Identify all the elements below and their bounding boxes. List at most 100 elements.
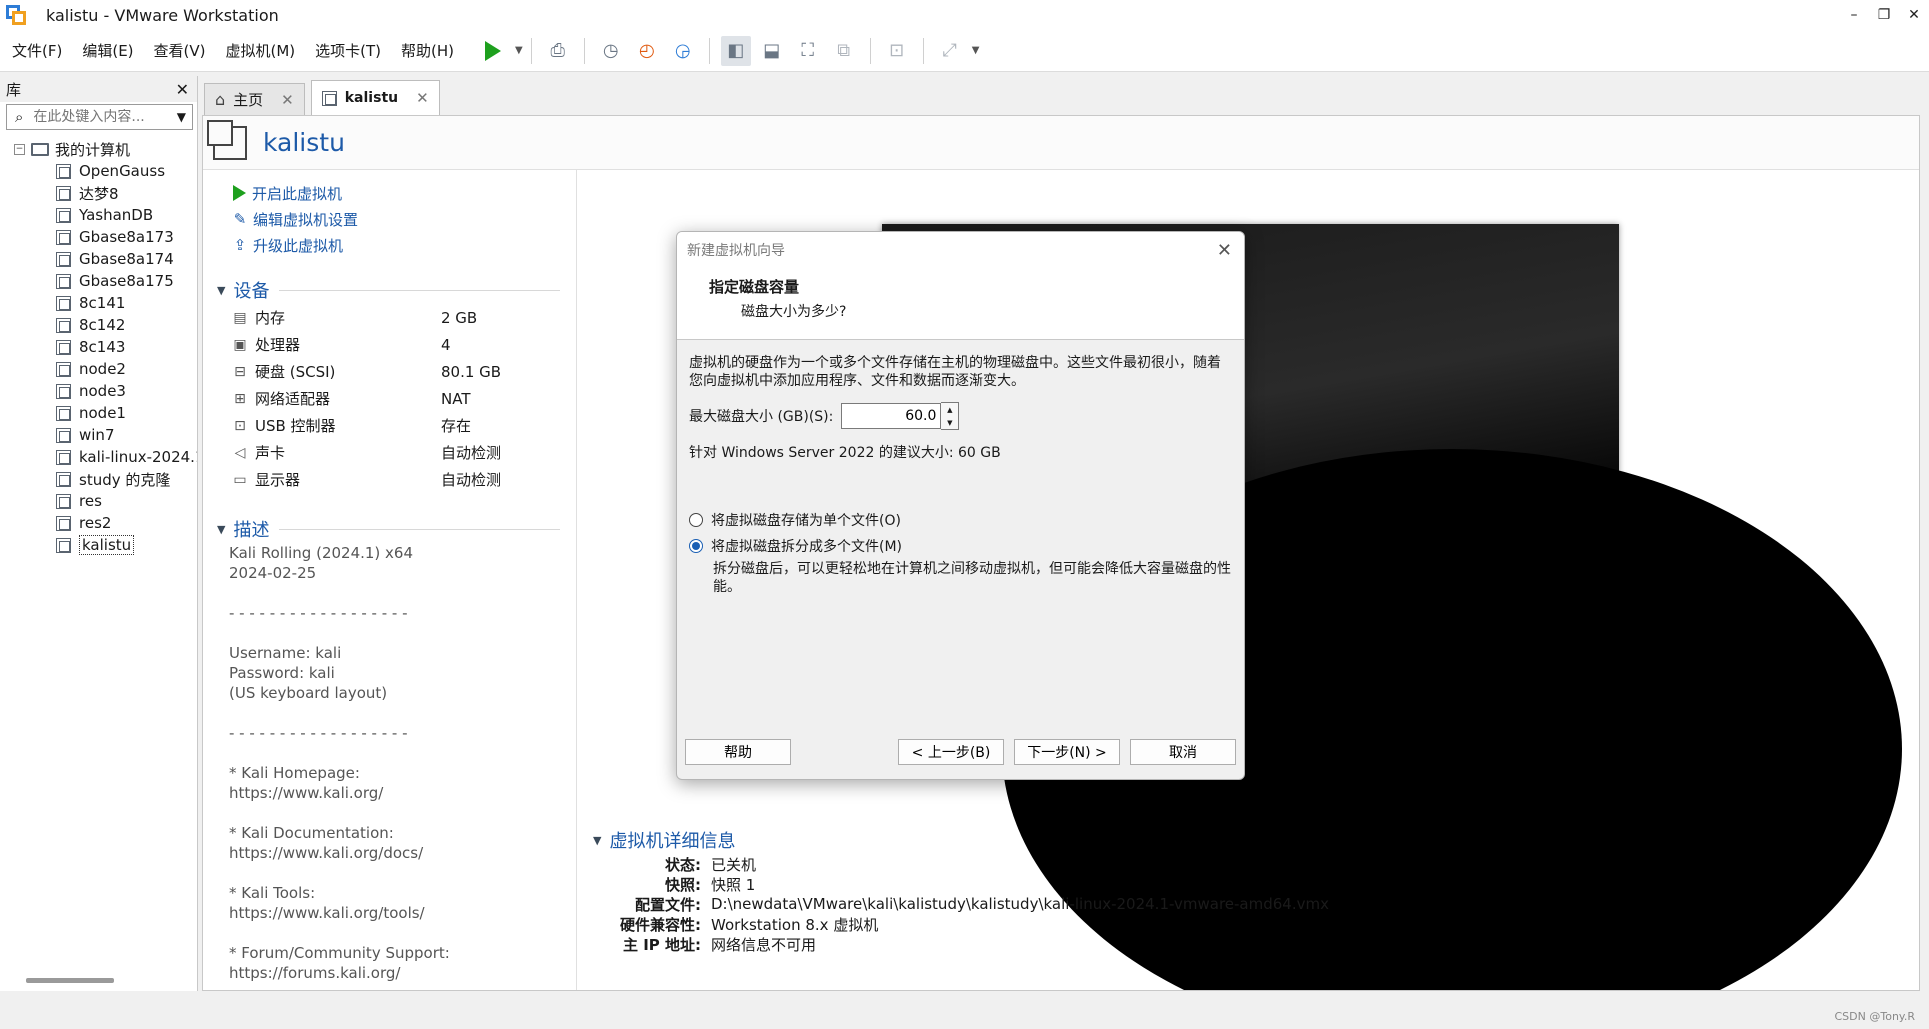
description-section-header[interactable]: ▼ 描述 [203,515,576,543]
snapshot-manager-icon[interactable]: ◶ [668,36,698,66]
dialog-subheading: 磁盘大小为多少? [741,304,847,320]
edit-vm-settings-link[interactable]: ✎ 编辑虚拟机设置 [203,206,576,232]
tree-root-my-computer[interactable]: − 我的计算机 [0,138,197,160]
upgrade-vm-link[interactable]: ⇪ 升级此虚拟机 [203,232,576,258]
library-horizontal-scrollbar[interactable] [26,978,114,983]
power-on-vm-link[interactable]: 开启此虚拟机 [203,180,576,206]
collapse-triangle-icon[interactable]: ▼ [217,284,225,297]
window-title: kalistu - VMware Workstation [46,5,279,25]
library-search[interactable]: ⌕ ▼ [6,104,193,130]
tree-item-vm[interactable]: 达梦8 [0,182,197,204]
tree-item-vm[interactable]: Gbase8a174 [0,248,197,270]
device-usb[interactable]: ⊡ USB 控制器 存在 [203,412,576,439]
tree-item-vm[interactable]: 8c141 [0,292,197,314]
close-window-button[interactable]: ✕ [1899,7,1929,23]
menu-help[interactable]: 帮助(H) [393,40,462,61]
vm-icon [56,383,71,399]
device-memory[interactable]: ▤ 内存 2 GB [203,304,576,331]
tree-item-vm[interactable]: study 的克隆 [0,468,197,490]
tree-item-vm[interactable]: node1 [0,402,197,424]
split-option-description: 拆分磁盘后，可以更轻松地在计算机之间移动虚拟机，但可能会降低大容量磁盘的性能。 [713,561,1231,595]
vm-description: Kali Rolling (2024.1) x64 2024-02-25 - -… [229,544,450,982]
device-hard-disk[interactable]: ⊟ 硬盘 (SCSI) 80.1 GB [203,358,576,385]
tree-item-vm[interactable]: 8c142 [0,314,197,336]
tree-item-vm[interactable]: win7 [0,424,197,446]
network-adapter-icon: ⊞ [234,390,246,407]
cpu-icon: ▣ [233,336,247,353]
vm-icon [321,90,337,106]
search-icon: ⌕ [15,108,24,126]
minimize-button[interactable]: – [1839,7,1869,23]
tree-item-vm[interactable]: Gbase8a175 [0,270,197,292]
stretch-guest-icon[interactable]: ⤢ [935,36,965,66]
tab-close-icon[interactable]: ✕ [416,89,429,107]
device-processor[interactable]: ▣ 处理器 4 [203,331,576,358]
disk-info-text: 虚拟机的硬盘作为一个或多个文件存储在主机的物理磁盘中。这些文件最初很小，随着您向… [689,355,1221,389]
menu-edit[interactable]: 编辑(E) [74,40,141,61]
menu-toolbar: 文件(F) 编辑(E) 查看(V) 虚拟机(M) 选项卡(T) 帮助(H) ▼ … [0,30,1929,72]
tree-item-vm[interactable]: YashanDB [0,204,197,226]
next-button[interactable]: 下一步(N) > [1014,739,1120,765]
tree-item-vm[interactable]: res [0,490,197,512]
device-sound[interactable]: ◁ 声卡 自动检测 [203,439,576,466]
vm-title: kalistu [263,128,345,157]
help-button[interactable]: 帮助 [685,739,791,765]
spin-up-icon[interactable]: ▲ [947,406,952,414]
disk-size-spinner[interactable]: ▲ ▼ [941,402,960,430]
back-button[interactable]: < 上一步(B) [898,739,1004,765]
vm-details-header[interactable]: ▼ 虚拟机详细信息 [593,826,1493,854]
menu-vm[interactable]: 虚拟机(M) [218,40,304,61]
library-search-input[interactable] [33,109,164,125]
menu-file[interactable]: 文件(F) [4,40,70,61]
cancel-button[interactable]: 取消 [1130,739,1236,765]
tree-item-vm[interactable]: 8c143 [0,336,197,358]
dialog-close-icon[interactable]: ✕ [1217,240,1232,261]
tab-home[interactable]: ⌂ 主页 ✕ [204,83,305,115]
thumbnail-bar-icon[interactable]: ⬓ [757,36,787,66]
library-close-icon[interactable]: ✕ [176,80,189,99]
full-screen-icon[interactable]: ⛶ [793,36,823,66]
tree-item-vm[interactable]: kali-linux-2024.1 [0,446,197,468]
show-library-icon[interactable]: ◧ [720,35,751,66]
tree-item-vm[interactable]: OpenGauss [0,160,197,182]
tab-kalistu[interactable]: kalistu ✕ [310,80,440,115]
tree-item-vm[interactable]: node2 [0,358,197,380]
menu-tabs[interactable]: 选项卡(T) [307,40,389,61]
stretch-dropdown-icon[interactable]: ▼ [972,45,980,56]
tab-bar: ⌂ 主页 ✕ kalistu ✕ [204,80,446,115]
vm-icon [56,317,71,333]
speaker-icon: ◁ [234,444,246,461]
spin-down-icon[interactable]: ▼ [947,419,952,427]
split-files-radio[interactable] [689,539,703,553]
menu-view[interactable]: 查看(V) [146,40,214,61]
disk-size-input[interactable] [841,403,942,429]
watermark: CSDN @Tony.R [1834,1010,1916,1023]
vm-icon [56,163,71,179]
device-network[interactable]: ⊞ 网络适配器 NAT [203,385,576,412]
collapse-icon[interactable]: − [14,143,25,155]
split-files-option[interactable]: 将虚拟磁盘拆分成多个文件(M) [689,536,1232,556]
power-on-play-icon[interactable] [478,36,508,66]
single-file-radio[interactable] [689,513,703,527]
snapshot-icon[interactable]: ◷ [596,36,626,66]
device-display[interactable]: ▭ 显示器 自动检测 [203,466,576,493]
vm-icon [56,185,71,201]
new-vm-wizard-dialog: 新建虚拟机向导 ✕ 指定磁盘容量 磁盘大小为多少? 虚拟机的硬盘作为一个或多个文… [676,231,1245,780]
revert-snapshot-icon[interactable]: ◴ [632,36,662,66]
tree-item-vm[interactable]: Gbase8a173 [0,226,197,248]
tree-item-vm-selected[interactable]: kalistu [0,534,197,556]
tab-close-icon[interactable]: ✕ [281,91,294,109]
restore-button[interactable]: ❐ [1869,7,1899,23]
search-dropdown-icon[interactable]: ▼ [177,110,186,124]
console-view-icon[interactable]: ⊡ [882,36,912,66]
collapse-triangle-icon[interactable]: ▼ [217,523,225,536]
power-dropdown-icon[interactable]: ▼ [515,45,523,56]
unity-icon[interactable]: ⧉ [829,36,859,66]
tree-item-vm[interactable]: res2 [0,512,197,534]
tree-item-vm[interactable]: node3 [0,380,197,402]
vm-icon [56,493,71,509]
single-file-option[interactable]: 将虚拟磁盘存储为单个文件(O) [689,510,1232,530]
devices-section-header[interactable]: ▼ 设备 [203,276,576,304]
collapse-triangle-icon[interactable]: ▼ [593,834,601,847]
send-keys-icon[interactable]: ⎙ [543,36,573,66]
